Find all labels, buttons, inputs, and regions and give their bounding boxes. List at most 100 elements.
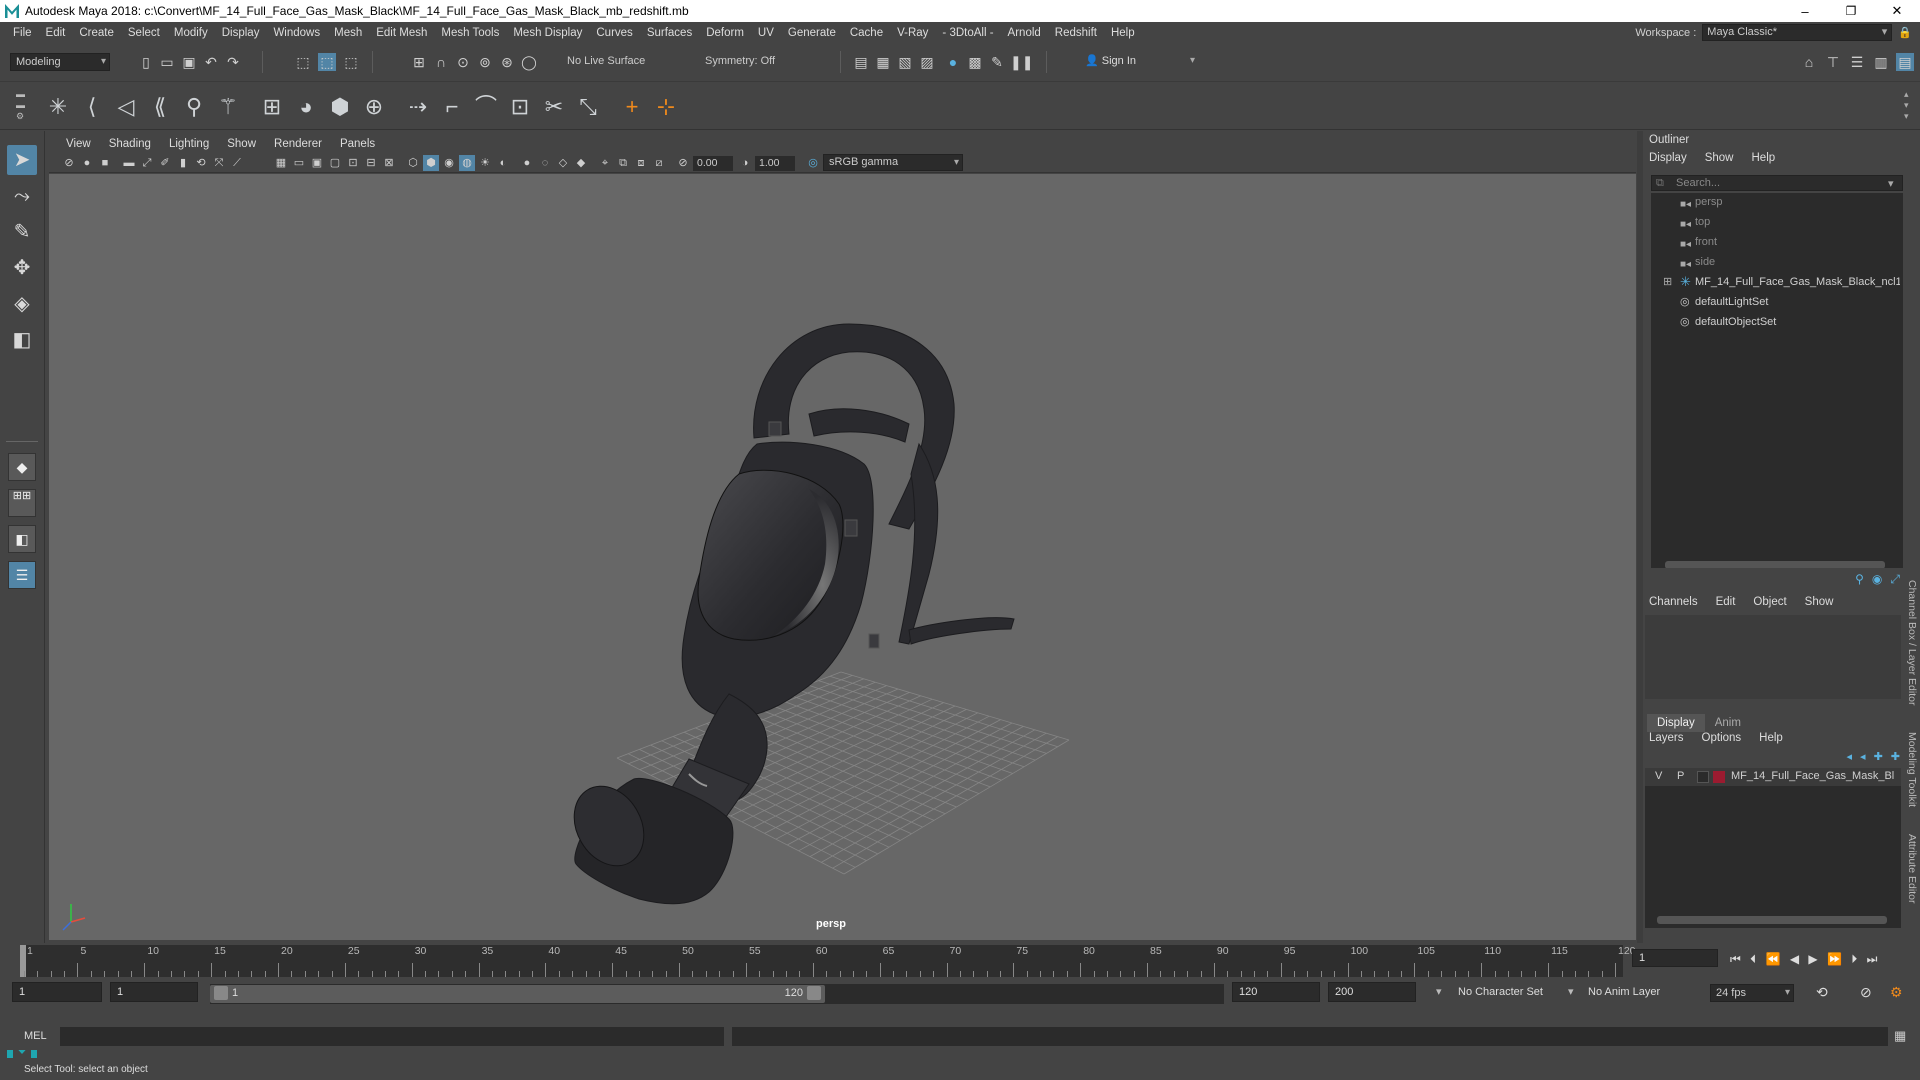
outliner-toggle-icon[interactable]: ▤ bbox=[1896, 53, 1914, 71]
open-scene-icon[interactable]: ▭ bbox=[158, 53, 176, 71]
go-to-end-icon[interactable]: ⏭ bbox=[1867, 952, 1878, 966]
expand-icon[interactable]: ⊞ bbox=[1663, 273, 1672, 291]
outliner-item-persp[interactable]: ■◂ persp bbox=[1651, 193, 1903, 211]
time-slider-track[interactable]: 1 5 10 15 20 25 30 35 40 45 50 55 60 65 70 75 80 85 90 95 10… bbox=[20, 945, 1636, 977]
range-slider-handle[interactable]: 1 120 bbox=[210, 985, 825, 1003]
shadows-icon[interactable]: ⊟ bbox=[363, 155, 379, 171]
menu-modify[interactable]: Modify bbox=[167, 27, 215, 39]
layer-type-toggle[interactable] bbox=[1697, 771, 1709, 783]
select-tool-icon[interactable]: ➤ bbox=[7, 145, 37, 175]
current-time-marker[interactable] bbox=[20, 945, 26, 977]
outliner-item-front[interactable]: ■◂ front bbox=[1651, 233, 1903, 251]
bridge-icon[interactable]: ⌒ bbox=[472, 93, 500, 121]
single-perspective-icon[interactable]: ◆ bbox=[8, 453, 36, 481]
menu-deform[interactable]: Deform bbox=[699, 27, 751, 39]
menu-display[interactable]: Display bbox=[215, 27, 267, 39]
snap-together-icon[interactable]: ◁ bbox=[112, 93, 140, 121]
ambient-occlusion-icon[interactable]: ⊠ bbox=[381, 155, 397, 171]
menu-redshift[interactable]: Redshift bbox=[1048, 27, 1104, 39]
fps-dropdown[interactable]: 24 fps ▾ bbox=[1710, 984, 1794, 1002]
options-menu[interactable]: Options bbox=[1702, 732, 1742, 744]
snap-point-icon[interactable]: ⊙ bbox=[454, 53, 472, 71]
command-input[interactable] bbox=[60, 1027, 724, 1046]
gamma-field[interactable]: 1.00 bbox=[755, 156, 795, 171]
menu-3dtoall[interactable]: - 3DtoAll - bbox=[935, 27, 1000, 39]
menu-windows[interactable]: Windows bbox=[266, 27, 327, 39]
tab-display[interactable]: Display bbox=[1647, 714, 1705, 732]
outliner-menu-show[interactable]: Show bbox=[1705, 152, 1734, 164]
redo-icon[interactable]: ↷ bbox=[224, 53, 242, 71]
backface-culling-icon[interactable]: ◍ bbox=[459, 155, 475, 171]
layer-editor-icon[interactable]: ◉ bbox=[1872, 572, 1882, 587]
select-hierarchy-icon[interactable]: ⬚ bbox=[294, 53, 312, 71]
bevel-icon[interactable]: ⌐ bbox=[438, 93, 466, 121]
lights-icon[interactable]: ☀ bbox=[477, 155, 493, 171]
side-tab-modeling-toolkit[interactable]: Modeling Toolkit bbox=[1906, 732, 1918, 807]
menu-select[interactable]: Select bbox=[121, 27, 167, 39]
film-gate-icon[interactable]: ⟲ bbox=[193, 155, 209, 171]
channel-box-icon[interactable]: ⚲ bbox=[1855, 572, 1864, 587]
outliner-item-side[interactable]: ■◂ side bbox=[1651, 253, 1903, 271]
filter-icon[interactable]: ⧉ bbox=[1656, 177, 1664, 190]
curve-tool-icon[interactable]: ⟪ bbox=[146, 93, 174, 121]
outliner-item-default-light-set[interactable]: ◎ defaultLightSet bbox=[1651, 293, 1903, 311]
make-live-icon[interactable]: ◯ bbox=[520, 53, 538, 71]
current-frame-field[interactable]: 1 bbox=[1632, 949, 1718, 967]
viewport-menu-view[interactable]: View bbox=[57, 138, 100, 150]
outliner-menu-display[interactable]: Display bbox=[1649, 152, 1687, 164]
rotate-tool-icon[interactable]: ◈ bbox=[7, 289, 37, 319]
move-layer-up-icon[interactable]: ◂ bbox=[1847, 750, 1853, 763]
save-scene-icon[interactable]: ▣ bbox=[180, 53, 198, 71]
hypershade-icon[interactable]: ● bbox=[944, 53, 962, 71]
render-view-icon[interactable]: ▤ bbox=[852, 53, 870, 71]
outliner-item-default-object-set[interactable]: ◎ defaultObjectSet bbox=[1651, 313, 1903, 331]
menu-surfaces[interactable]: Surfaces bbox=[640, 27, 699, 39]
merge-icon[interactable]: ⊡ bbox=[506, 93, 534, 121]
snap-curve-icon[interactable]: ∩ bbox=[432, 53, 450, 71]
render-current-icon[interactable]: ▦ bbox=[874, 53, 892, 71]
gate-mask-icon[interactable]: ⟋ bbox=[229, 155, 245, 171]
play-back-icon[interactable]: ◀ bbox=[1790, 952, 1799, 966]
render-setup-icon[interactable]: ▩ bbox=[966, 53, 984, 71]
grid-toggle-icon[interactable]: ▮ bbox=[175, 155, 191, 171]
new-scene-icon[interactable]: ▯ bbox=[137, 53, 155, 71]
stereo-icon[interactable]: ⧈ bbox=[633, 155, 649, 171]
layer-name[interactable]: MF_14_Full_Face_Gas_Mask_Bl bbox=[1731, 770, 1899, 782]
pause-viewport-icon[interactable]: ❚❚ bbox=[1010, 53, 1033, 71]
lasso-tool-icon[interactable]: ⤳ bbox=[7, 181, 37, 211]
layer-hscrollbar[interactable] bbox=[1657, 916, 1887, 924]
end-time-field[interactable]: 200 bbox=[1328, 982, 1416, 1002]
lock-icon[interactable]: 🔒 bbox=[1898, 26, 1912, 39]
menu-mesh-tools[interactable]: Mesh Tools bbox=[434, 27, 506, 39]
viewport-menu-lighting[interactable]: Lighting bbox=[160, 138, 218, 150]
new-layer-selected-icon[interactable]: ✚ bbox=[1891, 750, 1900, 763]
snap-projected-icon[interactable]: ⊚ bbox=[476, 53, 494, 71]
go-to-start-icon[interactable]: ⏮ bbox=[1730, 952, 1741, 966]
mel-label[interactable]: MEL bbox=[24, 1030, 47, 1042]
move-layer-down-icon[interactable]: ◂ bbox=[1860, 750, 1866, 763]
maximize-button[interactable]: ❐ bbox=[1828, 0, 1874, 22]
viewport-menu-shading[interactable]: Shading bbox=[100, 138, 160, 150]
workspace-dropdown[interactable]: Maya Classic* bbox=[1702, 24, 1893, 41]
depth-of-field-icon[interactable]: ● bbox=[519, 155, 535, 171]
move-tool-icon[interactable]: ✥ bbox=[7, 253, 37, 283]
layers-menu[interactable]: Layers bbox=[1649, 732, 1684, 744]
exposure-field[interactable]: 0.00 bbox=[693, 156, 733, 171]
multi-cut-icon[interactable]: ✂ bbox=[540, 93, 568, 121]
menu-curves[interactable]: Curves bbox=[589, 27, 639, 39]
step-back-key-icon[interactable]: ⏪ bbox=[1766, 952, 1781, 966]
select-camera-icon[interactable]: ⊘ bbox=[61, 155, 77, 171]
mode-dropdown[interactable]: Modeling ▾ bbox=[10, 53, 110, 71]
layer-row[interactable]: V P MF_14_Full_Face_Gas_Mask_Bl bbox=[1645, 768, 1901, 786]
soft-select-icon[interactable]: ⟨ bbox=[78, 93, 106, 121]
outliner-item-top[interactable]: ■◂ top bbox=[1651, 213, 1903, 231]
select-objects-icon[interactable]: ⬚ bbox=[318, 53, 336, 71]
menu-file[interactable]: File bbox=[6, 27, 39, 39]
menu-uv[interactable]: UV bbox=[751, 27, 781, 39]
four-view-icon[interactable]: ⊞⊞ bbox=[8, 489, 36, 517]
polygon-components-icon[interactable]: ✳ bbox=[44, 93, 72, 121]
color-space-dropdown[interactable]: sRGB gamma ▾ bbox=[823, 154, 963, 171]
sphere-icon[interactable]: ◕ bbox=[292, 93, 320, 121]
play-forward-icon[interactable]: ▶ bbox=[1808, 952, 1817, 966]
playback-end-field[interactable]: 120 bbox=[1232, 982, 1320, 1002]
